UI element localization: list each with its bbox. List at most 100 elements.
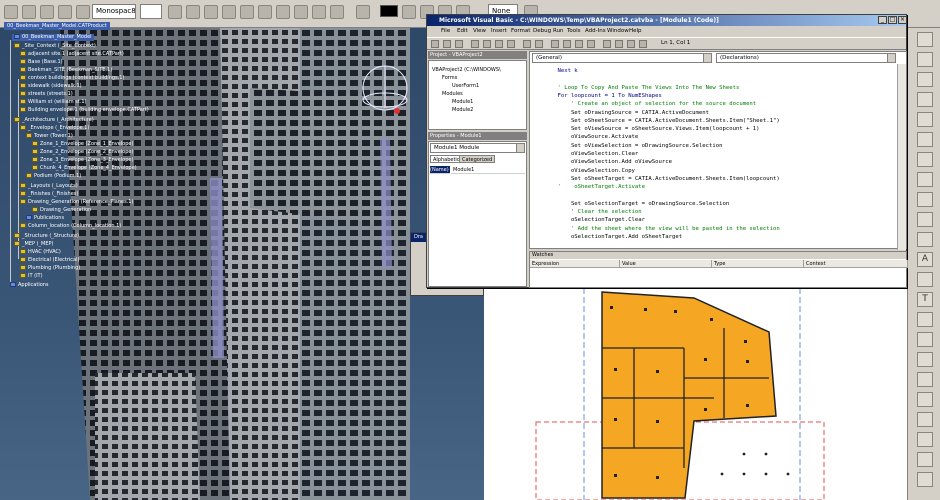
tree-node-root[interactable]: 00_Beekman_Master_Model — [12, 34, 94, 41]
tree-node[interactable]: HVAC (HVAC) — [20, 249, 61, 256]
align-right-icon[interactable] — [258, 5, 272, 19]
menu-debug[interactable]: Debug — [533, 26, 551, 36]
tree-node[interactable]: adjacent site.1 (adjacent site.CATPart) — [20, 51, 124, 58]
tree-node[interactable]: Zone_2_Envelope (Zone_2_Envelope) — [32, 149, 133, 156]
color-swatch[interactable] — [380, 5, 398, 17]
transform-icon[interactable] — [917, 472, 933, 487]
project-node[interactable]: VBAProject2 (C:\WINDOWS\ — [432, 67, 501, 73]
text-icon[interactable]: T — [917, 292, 933, 307]
menu-run[interactable]: Run — [553, 26, 564, 36]
code-line[interactable]: oViewSelection.Clear — [544, 150, 638, 158]
save-icon[interactable] — [455, 40, 463, 48]
code-line[interactable]: Set oDrawingSource = CATIA.ActiveDocumen… — [544, 109, 709, 117]
tree-node[interactable]: Base (Base.1) — [20, 59, 63, 66]
tree-node[interactable]: _MEP (_MEP) — [14, 241, 53, 248]
a-icon[interactable]: A — [917, 252, 933, 267]
tree-node[interactable]: Zone_1_Envelope (Zone_1_Envelope) — [32, 141, 133, 148]
code-line[interactable]: oSelectionTarget.Add oSheetTarget — [544, 233, 682, 241]
maximize-button[interactable]: □ — [888, 16, 897, 24]
close-button[interactable]: × — [898, 16, 907, 24]
tree-node[interactable]: _Site_Context (_Site_Context) — [14, 43, 96, 50]
toolbar-icon[interactable] — [76, 5, 90, 19]
properties-object-select[interactable]: Module1 Module — [430, 143, 525, 153]
project-node[interactable]: UserForm1 — [452, 83, 479, 89]
code-line[interactable]: Next k — [544, 67, 577, 75]
project-node[interactable]: Module2 — [452, 107, 473, 113]
code-line[interactable]: ' oSheetTarget.Activate — [544, 183, 645, 191]
font-name-select[interactable]: Monospac821 — [92, 4, 136, 19]
tree-node[interactable]: Electrical (Electrical) — [20, 257, 79, 264]
object-combo[interactable]: (General) — [532, 53, 712, 63]
toolbox-icon[interactable] — [639, 40, 647, 48]
code-editor[interactable]: Next k ' Loop To Copy And Paste The View… — [530, 64, 898, 250]
menu-format[interactable]: Format — [511, 26, 530, 36]
watches-pane[interactable]: Watches Expression Value Type Context — [529, 251, 908, 288]
toolbar-icon[interactable] — [58, 5, 72, 19]
code-line[interactable]: oSelectionTarget.Clear — [544, 216, 645, 224]
code-line[interactable]: Set oViewSource = oSheetSource.Views.Ite… — [544, 125, 760, 133]
design-mode-icon[interactable] — [587, 40, 595, 48]
new-view-icon[interactable] — [917, 72, 933, 87]
tree-node[interactable]: _Architecture (_Architecture) — [14, 117, 94, 124]
toolbar-icon[interactable] — [40, 5, 54, 19]
thread-icon[interactable] — [917, 412, 933, 427]
drawing-sheet[interactable] — [484, 288, 907, 500]
font-size-select[interactable] — [140, 4, 162, 19]
clipping-view-icon[interactable] — [917, 132, 933, 147]
code-line[interactable]: ' Create an object of selection for the … — [544, 100, 756, 108]
object-browser-icon[interactable] — [627, 40, 635, 48]
tree-node[interactable]: context buildings (context buildings.1) — [20, 75, 124, 82]
properties-icon[interactable] — [615, 40, 623, 48]
align-center-icon[interactable] — [240, 5, 254, 19]
tree-node[interactable]: Applications — [10, 282, 49, 289]
insert-icon[interactable] — [443, 40, 451, 48]
code-line[interactable]: ' Loop To Copy And Paste The Views Into … — [544, 84, 739, 92]
area-fill-icon[interactable] — [917, 432, 933, 447]
minimize-button[interactable]: _ — [878, 16, 887, 24]
copy-icon[interactable] — [483, 40, 491, 48]
text-properties-icon[interactable] — [330, 5, 344, 19]
anchor-icon[interactable] — [294, 5, 308, 19]
tree-node[interactable]: _Layouts (_Layouts) — [20, 183, 78, 190]
frame-icon[interactable] — [276, 5, 290, 19]
code-line[interactable]: ' Add the sheet where the view will be p… — [544, 225, 780, 233]
menu-file[interactable]: File — [441, 26, 450, 36]
property-value[interactable]: Module1 — [451, 166, 525, 174]
tree-node[interactable]: Chunk_4_Envelope (Zone_4_Envelope) — [32, 165, 137, 172]
datum-icon[interactable] — [917, 312, 933, 327]
tree-node[interactable]: IT (IT) — [20, 273, 43, 280]
code-line[interactable]: oViewSelection.Copy — [544, 167, 635, 175]
vertical-scrollbar[interactable] — [897, 64, 906, 250]
tree-node[interactable]: sidewalk (sidewalk.1) — [20, 83, 82, 90]
tree-node[interactable]: _Finishes (_Finishes) — [20, 191, 78, 198]
pause-icon[interactable] — [563, 40, 571, 48]
italic-icon[interactable] — [186, 5, 200, 19]
menu-edit[interactable]: Edit — [457, 26, 468, 36]
tree-node[interactable]: Tower (Tower.1) — [26, 133, 73, 140]
underline-icon[interactable] — [204, 5, 218, 19]
undo-icon[interactable] — [523, 40, 531, 48]
view-host-icon[interactable] — [431, 40, 439, 48]
code-line[interactable]: Set oSheetSource = CATIA.ActiveDocument.… — [544, 117, 780, 125]
code-line[interactable]: Set oViewSelection = oDrawingSource.Sele… — [544, 142, 723, 150]
broken-view-icon[interactable] — [917, 152, 933, 167]
tree-node[interactable]: Building envelope.1 (building envelope.C… — [20, 107, 149, 114]
code-line[interactable]: For loopcount = 1 To NumEShapes — [544, 92, 661, 100]
tree-node[interactable]: Drawing_Generation — [32, 207, 91, 214]
tab-alphabetic[interactable]: Alphabetic — [430, 155, 463, 163]
tree-node[interactable]: streets (streets.1) — [20, 91, 73, 98]
tree-node[interactable]: Beekman_SITE (Beekman_SITE.1) — [20, 67, 112, 74]
tolerance-icon[interactable] — [917, 212, 933, 227]
project-node[interactable]: Modules — [442, 91, 463, 97]
generation-icon[interactable] — [917, 232, 933, 247]
tree-node[interactable]: Plumbing (Plumbing) — [20, 265, 80, 272]
axis-icon[interactable] — [917, 392, 933, 407]
toolbar-icon[interactable] — [4, 5, 18, 19]
code-line[interactable]: oViewSelection.Add oViewSource — [544, 158, 672, 166]
project-explorer-icon[interactable] — [603, 40, 611, 48]
code-line[interactable]: Set oSheetTarget = CATIA.ActiveDocument.… — [544, 175, 780, 183]
watch-column-type[interactable]: Type — [712, 260, 804, 268]
tree-node[interactable]: Publications — [26, 215, 64, 222]
code-line[interactable]: Set oSelectionTarget = oDrawingSource.Se… — [544, 200, 729, 208]
project-explorer[interactable]: VBAProject2 (C:\WINDOWS\ Forms UserForm1… — [428, 60, 527, 130]
